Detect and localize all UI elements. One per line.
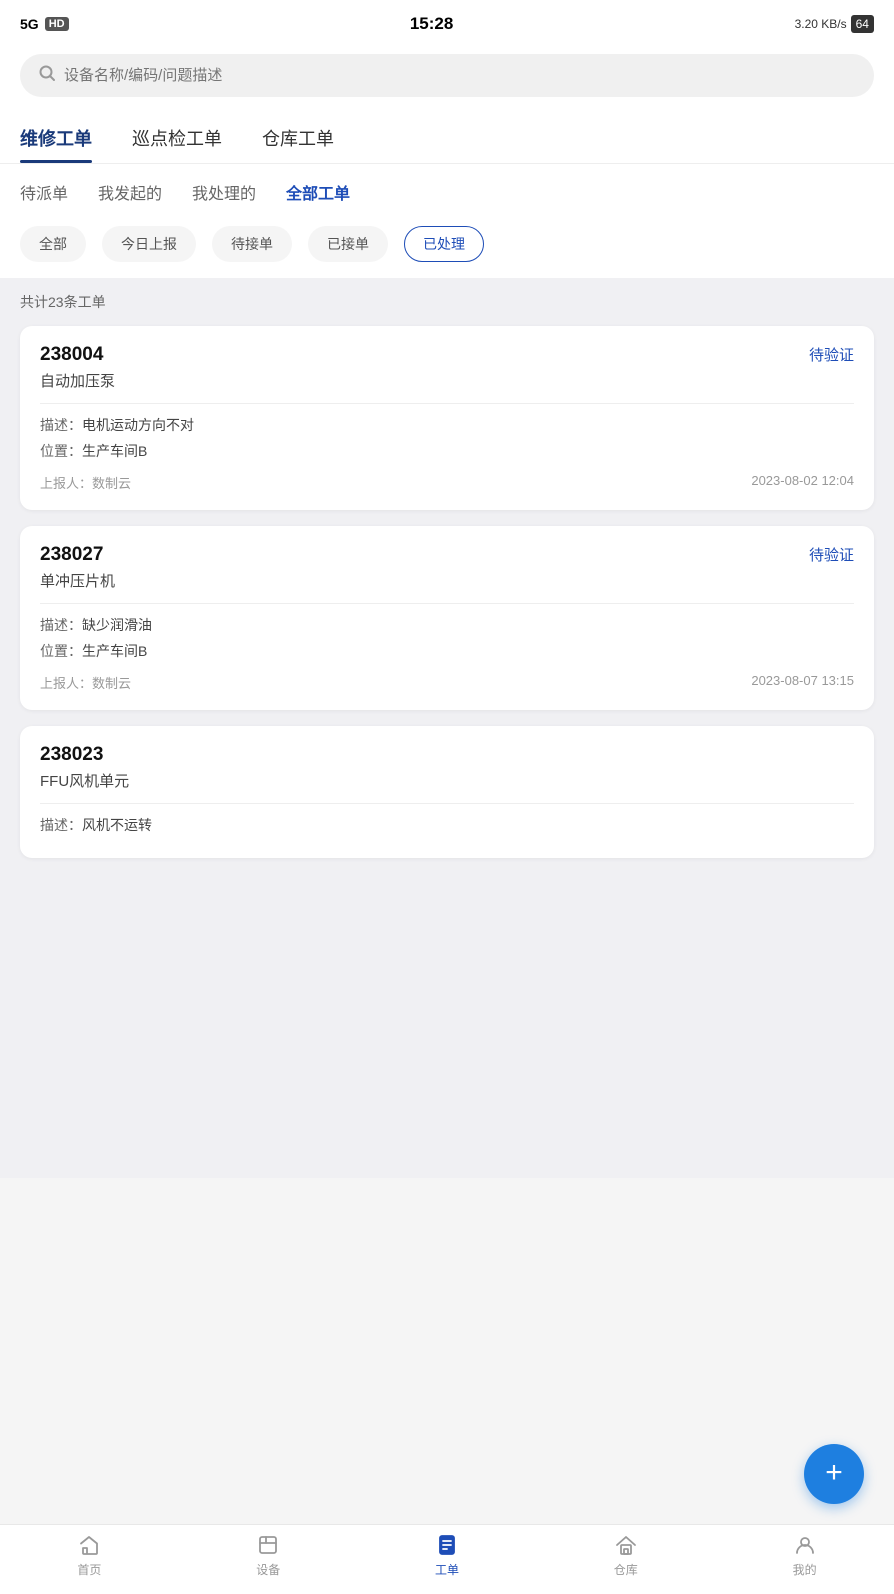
nav-device[interactable]: 设备 [179, 1525, 358, 1586]
description-label: 描述： [40, 417, 82, 433]
nav-profile[interactable]: 我的 [715, 1525, 894, 1586]
nav-device-label: 设备 [256, 1561, 280, 1578]
description-value: 电机运动方向不对 [82, 417, 194, 433]
location-value: 生产车间B [82, 643, 147, 659]
search-input[interactable] [64, 67, 856, 84]
reporter-label: 上报人： [40, 676, 92, 691]
work-order-card[interactable]: 238004 待验证 自动加压泵 描述：电机运动方向不对 位置：生产车间B 上报… [20, 326, 874, 510]
location-label: 位置： [40, 443, 82, 459]
card-header: 238004 待验证 [40, 344, 854, 366]
card-divider [40, 603, 854, 604]
work-order-card[interactable]: 238023 FFU风机单元 描述：风机不运转 [20, 726, 874, 858]
add-button[interactable]: + [804, 1444, 864, 1504]
location-value: 生产车间B [82, 443, 147, 459]
description-value: 风机不运转 [82, 817, 152, 833]
nav-warehouse-label: 仓库 [614, 1561, 638, 1578]
order-status: 待验证 [809, 544, 854, 565]
subtab-mine-created[interactable]: 我发起的 [98, 176, 162, 208]
order-id: 238023 [40, 744, 103, 766]
plus-icon: + [825, 1458, 843, 1488]
description-row: 描述：缺少润滑油 [40, 614, 854, 636]
battery-indicator: 64 [851, 15, 874, 33]
device-icon [256, 1533, 280, 1557]
location-row: 位置：生产车间B [40, 440, 854, 462]
home-icon [77, 1533, 101, 1557]
subtab-pending[interactable]: 待派单 [20, 176, 68, 208]
nav-workorder[interactable]: 工单 [358, 1525, 537, 1586]
profile-icon [793, 1533, 817, 1557]
reporter-info: 上报人：数制云 [40, 673, 131, 692]
nav-workorder-label: 工单 [435, 1561, 459, 1578]
filter-tab-bar: 全部 今日上报 待接单 已接单 已处理 [0, 220, 894, 278]
order-id: 238027 [40, 544, 103, 566]
tab-warehouse[interactable]: 仓库工单 [262, 111, 334, 163]
list-count-label: 共计23条工单 [20, 292, 874, 312]
description-label: 描述： [40, 617, 82, 633]
order-id: 238004 [40, 344, 103, 366]
status-bar: 5G HD 15:28 3.20 KB/s 64 [0, 0, 894, 44]
battery-area: 3.20 KB/s 64 [795, 15, 874, 33]
submit-time: 2023-08-07 13:15 [751, 673, 854, 692]
bottom-navigation: 首页 设备 工单 [0, 1524, 894, 1594]
search-icon [38, 64, 56, 87]
sub-tab-bar: 待派单 我发起的 我处理的 全部工单 [0, 164, 894, 220]
time-display: 15:28 [410, 14, 453, 34]
device-name: 单冲压片机 [40, 570, 854, 591]
filter-today[interactable]: 今日上报 [102, 226, 196, 262]
device-name: FFU风机单元 [40, 770, 854, 791]
main-tab-bar: 维修工单 巡点检工单 仓库工单 [0, 111, 894, 164]
order-status: 待验证 [809, 344, 854, 365]
filter-pending-accept[interactable]: 待接单 [212, 226, 292, 262]
location-label: 位置： [40, 643, 82, 659]
subtab-all[interactable]: 全部工单 [286, 176, 350, 208]
reporter-name: 数制云 [92, 676, 131, 691]
reporter-label: 上报人： [40, 476, 92, 491]
description-row: 描述：风机不运转 [40, 814, 854, 836]
reporter-info: 上报人：数制云 [40, 473, 131, 492]
card-divider [40, 803, 854, 804]
nav-home[interactable]: 首页 [0, 1525, 179, 1586]
network-speed: 3.20 KB/s [795, 17, 847, 31]
description-row: 描述：电机运动方向不对 [40, 414, 854, 436]
warehouse-icon [614, 1533, 638, 1557]
signal-text: 5G [20, 16, 39, 32]
card-footer: 上报人：数制云 2023-08-07 13:15 [40, 673, 854, 692]
submit-time: 2023-08-02 12:04 [751, 473, 854, 492]
search-bar[interactable] [20, 54, 874, 97]
filter-all[interactable]: 全部 [20, 226, 86, 262]
card-footer: 上报人：数制云 2023-08-02 12:04 [40, 473, 854, 492]
filter-accepted[interactable]: 已接单 [308, 226, 388, 262]
signal-area: 5G HD [20, 16, 69, 32]
nav-home-label: 首页 [77, 1561, 101, 1578]
reporter-name: 数制云 [92, 476, 131, 491]
tab-maintenance[interactable]: 维修工单 [20, 111, 92, 163]
hd-badge: HD [45, 17, 69, 31]
tab-inspection[interactable]: 巡点检工单 [132, 111, 222, 163]
work-order-card[interactable]: 238027 待验证 单冲压片机 描述：缺少润滑油 位置：生产车间B 上报人：数… [20, 526, 874, 710]
description-value: 缺少润滑油 [82, 617, 152, 633]
work-order-list: 共计23条工单 238004 待验证 自动加压泵 描述：电机运动方向不对 位置：… [0, 278, 894, 1178]
location-row: 位置：生产车间B [40, 640, 854, 662]
nav-warehouse[interactable]: 仓库 [536, 1525, 715, 1586]
filter-processed[interactable]: 已处理 [404, 226, 484, 262]
workorder-icon [435, 1533, 459, 1557]
card-divider [40, 403, 854, 404]
card-header: 238027 待验证 [40, 544, 854, 566]
subtab-mine-handled[interactable]: 我处理的 [192, 176, 256, 208]
description-label: 描述： [40, 817, 82, 833]
search-bar-container [0, 44, 894, 111]
nav-profile-label: 我的 [793, 1561, 817, 1578]
device-name: 自动加压泵 [40, 370, 854, 391]
card-header: 238023 [40, 744, 854, 766]
